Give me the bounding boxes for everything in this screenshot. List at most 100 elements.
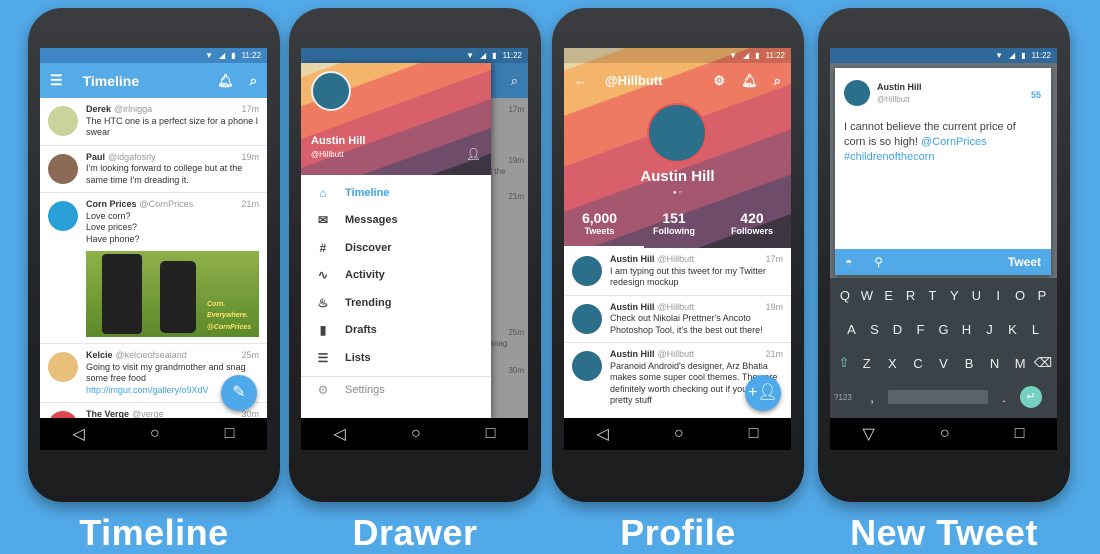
key[interactable]: N: [985, 356, 1005, 371]
menu-item-settings[interactable]: ⚙ Settings: [301, 377, 491, 405]
keyboard-row: ASDFGHJKL: [830, 312, 1057, 346]
key[interactable]: A: [842, 322, 862, 337]
nav-bar: ◁ ○ □: [40, 418, 267, 450]
key[interactable]: Z: [857, 356, 877, 371]
tweet[interactable]: Paul @idgafosrly 19m I'm looking forward to…: [40, 146, 267, 193]
key[interactable]: B: [959, 356, 979, 371]
search-icon[interactable]: ⌕: [250, 73, 257, 89]
search-icon[interactable]: ⌕: [774, 73, 781, 89]
menu-item-timeline[interactable]: ⌂ Timeline: [301, 179, 491, 207]
phone-drawer: ▼ ◢ ▮ 11:22 ⌕ 17m 19m t the 21m 25m snag 30…: [289, 8, 541, 502]
keyboard: QWERTYUIOP ASDFGHJKL ⇧ Z X C V B N M ⌫ ?123 , . …: [830, 278, 1057, 418]
user-handle: @Hillbutt: [877, 95, 910, 104]
clock: 11:22: [765, 51, 785, 60]
profile-avatar[interactable]: [647, 103, 707, 163]
stat-tweets[interactable]: 6,000 Tweets: [582, 210, 617, 236]
space-bar[interactable]: [888, 390, 988, 404]
key[interactable]: H: [957, 322, 977, 337]
key[interactable]: J: [980, 322, 1000, 337]
gear-icon[interactable]: ⚙: [714, 73, 726, 89]
recents-icon[interactable]: □: [1015, 425, 1025, 443]
key[interactable]: E: [879, 288, 899, 303]
tweet-text: Check out Nikolai Prettner's Ancoto Phot…: [610, 313, 763, 335]
key[interactable]: U: [966, 288, 986, 303]
back-icon[interactable]: ◁: [597, 424, 609, 444]
tweet[interactable]: Austin Hill @Hillbutt 17m I am typing out t…: [564, 248, 791, 296]
tweet[interactable]: Austin Hill @Hillbutt 19m Check out Nikolai…: [564, 296, 791, 343]
caption-timeline: Timeline: [79, 512, 229, 553]
menu-item-messages[interactable]: ✉ Messages: [301, 207, 491, 235]
compose-button[interactable]: ✎: [221, 375, 257, 411]
menu-item-trending[interactable]: ♨ Trending: [301, 289, 491, 317]
home-icon[interactable]: ○: [411, 425, 421, 443]
toolbar: ☰ Timeline 🔔︎ ⌕: [40, 63, 267, 98]
menu-item-drafts[interactable]: ▮ Drafts: [301, 317, 491, 345]
follow-button[interactable]: +👤︎: [745, 375, 781, 411]
status-bar: ▼ ◢ ▮ 11:22: [830, 48, 1057, 63]
back-icon[interactable]: ◁: [334, 424, 346, 444]
tweet[interactable]: Corn Prices @CornPrices 21m Love corn? Love…: [40, 193, 267, 344]
home-icon[interactable]: ○: [150, 425, 160, 443]
recents-icon[interactable]: □: [486, 425, 496, 443]
home-icon[interactable]: ○: [940, 425, 950, 443]
recents-icon[interactable]: □: [749, 425, 759, 443]
key[interactable]: X: [882, 356, 902, 371]
key[interactable]: R: [901, 288, 921, 303]
photo-icon[interactable]: ◓: [845, 255, 852, 269]
key[interactable]: S: [865, 322, 885, 337]
signal-icon: ◢: [743, 51, 750, 60]
menu-icon[interactable]: ☰: [50, 72, 63, 89]
key[interactable]: K: [1003, 322, 1023, 337]
tweet[interactable]: Derek @irlnigga 17m The HTC one is a perfec…: [40, 98, 267, 146]
key[interactable]: T: [923, 288, 943, 303]
location-pin-icon[interactable]: ⚲: [874, 255, 883, 269]
home-icon[interactable]: ○: [674, 425, 684, 443]
comma-key[interactable]: ,: [862, 390, 882, 405]
page-indicator[interactable]: ● ○: [564, 190, 791, 196]
tab-indicator: [564, 246, 644, 248]
enter-key[interactable]: ↵: [1020, 386, 1042, 408]
key[interactable]: D: [888, 322, 908, 337]
bell-icon[interactable]: 🔔︎: [741, 73, 758, 89]
menu-item-discover[interactable]: # Discover: [301, 234, 491, 262]
key[interactable]: W: [857, 288, 877, 303]
tweet-image[interactable]: Corn. Everywhere. @CornPrices: [86, 251, 259, 337]
backspace-key[interactable]: ⌫: [1033, 355, 1053, 371]
key[interactable]: I: [988, 288, 1008, 303]
key[interactable]: L: [1026, 322, 1046, 337]
account-icon[interactable]: 👤︎: [466, 147, 481, 161]
stat-followers[interactable]: 420 Followers: [731, 210, 773, 236]
key[interactable]: G: [934, 322, 954, 337]
key[interactable]: P: [1032, 288, 1052, 303]
key[interactable]: C: [908, 356, 928, 371]
drawer-screen: ▼ ◢ ▮ 11:22 ⌕ 17m 19m t the 21m 25m snag 30…: [301, 48, 528, 418]
tweet-handle: @CornPrices: [139, 199, 194, 209]
symbols-key[interactable]: ?123: [834, 393, 856, 402]
back-icon[interactable]: ▽: [863, 424, 875, 444]
avatar[interactable]: [311, 71, 351, 111]
shift-key[interactable]: ⇧: [834, 355, 854, 371]
character-count: 55: [1030, 90, 1041, 100]
recents-icon[interactable]: □: [225, 425, 235, 443]
key[interactable]: M: [1010, 356, 1030, 371]
key[interactable]: F: [911, 322, 931, 337]
key[interactable]: Y: [944, 288, 964, 303]
back-arrow-icon[interactable]: ←: [574, 73, 587, 88]
key[interactable]: Q: [835, 288, 855, 303]
tweet-name: Derek: [86, 104, 112, 114]
back-icon[interactable]: ◁: [73, 424, 85, 444]
wifi-icon: ▼: [729, 51, 737, 60]
period-key[interactable]: .: [994, 390, 1014, 405]
menu-item-activity[interactable]: ∿ Activity: [301, 262, 491, 290]
bell-icon[interactable]: 🔔︎: [217, 73, 234, 89]
tweet-time: 21m: [765, 349, 783, 359]
keyboard-row: ?123 , . ↵: [830, 380, 1057, 414]
tweet-input[interactable]: I cannot believe the current price of co…: [844, 120, 1039, 165]
stat-following[interactable]: 151 Following: [653, 210, 695, 236]
key[interactable]: V: [933, 356, 953, 371]
key[interactable]: O: [1010, 288, 1030, 303]
menu-item-lists[interactable]: ☰ Lists: [301, 344, 491, 372]
avatar: [572, 351, 602, 381]
tweet-button[interactable]: Tweet: [1008, 255, 1041, 269]
stat-value: 151: [662, 210, 686, 226]
